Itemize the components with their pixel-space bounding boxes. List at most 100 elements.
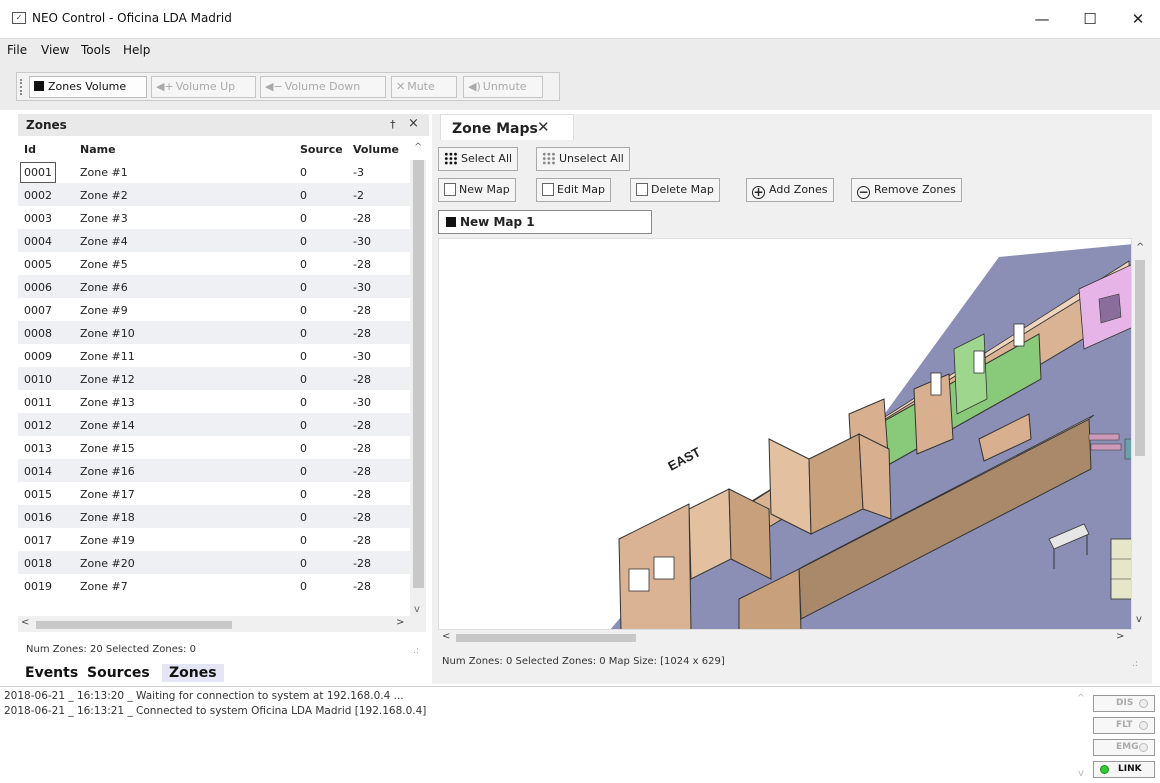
black-square-icon [446,217,456,227]
bottom-tabs: Events Sources Zones [18,664,429,686]
cell-name: Zone #11 [80,350,135,363]
cell-id: 0018 [24,557,52,570]
cell-id: 0005 [24,258,52,271]
flt-indicator: FLT [1093,717,1155,734]
minimize-button[interactable]: — [1022,6,1062,32]
map-selector[interactable]: New Map 1 [438,210,652,234]
table-row[interactable]: 0006 Zone #6 0 -30 [18,275,410,298]
table-row[interactable]: 0007 Zone #9 0 -28 [18,298,410,321]
toolbar-grip[interactable] [20,79,23,95]
scroll-right-icon[interactable]: > [396,617,404,628]
column-id[interactable]: Id [24,143,36,156]
maximize-button[interactable]: ☐ [1070,6,1110,32]
add-zones-button[interactable]: + Add Zones [746,178,834,202]
cell-id: 0010 [24,373,52,386]
table-row[interactable]: 0011 Zone #13 0 -30 [18,390,410,413]
event-log: 2018-06-21 _ 16:13:20 _ Waiting for conn… [0,686,1160,783]
scroll-left-icon[interactable]: < [21,617,29,628]
table-row[interactable]: 0005 Zone #5 0 -28 [18,252,410,275]
menu-tools[interactable]: Tools [81,43,111,57]
cell-id: 0006 [24,281,52,294]
cell-id: 0016 [24,511,52,524]
map-scroll-up-icon[interactable]: ^ [1136,242,1144,253]
column-volume[interactable]: Volume [353,143,399,156]
dis-indicator: DIS [1093,695,1155,712]
cell-id: 0007 [24,304,52,317]
resize-grip-icon[interactable]: .: [413,646,419,656]
table-row[interactable]: 0010 Zone #12 0 -28 [18,367,410,390]
scroll-down-icon[interactable]: v [414,604,420,615]
cell-source: 0 [300,258,307,271]
column-source[interactable]: Source [300,143,343,156]
pin-icon[interactable]: † [390,118,396,131]
close-panel-icon[interactable]: × [408,116,419,131]
table-row[interactable]: 0009 Zone #11 0 -30 [18,344,410,367]
cell-name: Zone #9 [80,304,128,317]
zones-vertical-scroll-thumb[interactable] [413,160,424,588]
new-document-icon [444,183,456,196]
menu-file[interactable]: File [7,43,27,57]
volume-up-button[interactable]: ◀+ Volume Up [151,76,256,98]
menu-view[interactable]: View [41,43,69,57]
resize-grip-icon[interactable]: .: [1132,659,1138,669]
log-scrollbar[interactable]: ^ v [1074,689,1088,783]
scroll-up-icon[interactable]: ^ [414,142,422,153]
remove-zones-button[interactable]: − Remove Zones [851,178,962,202]
tab-zones[interactable]: Zones [162,664,224,682]
tab-sources[interactable]: Sources [87,665,150,681]
zones-panel-title: Zones [26,118,67,132]
cell-name: Zone #15 [80,442,135,455]
cell-id: 0014 [24,465,52,478]
map-scroll-left-icon[interactable]: < [442,631,450,642]
close-tab-icon[interactable]: ✕ [537,118,550,136]
table-row[interactable]: 0013 Zone #15 0 -28 [18,436,410,459]
map-scroll-down-icon[interactable]: v [1136,614,1142,625]
menu-help[interactable]: Help [123,43,150,57]
new-map-button[interactable]: New Map [438,178,516,202]
table-row[interactable]: 0003 Zone #3 0 -28 [18,206,410,229]
select-all-button[interactable]: Select All [438,147,519,171]
log-line: 2018-06-21 _ 16:13:20 _ Waiting for conn… [4,690,404,702]
edit-document-icon [542,183,554,196]
cell-volume: -28 [353,534,371,547]
table-row[interactable]: 0019 Zone #7 0 -28 [18,574,410,597]
cell-name: Zone #17 [80,488,135,501]
table-row[interactable]: 0018 Zone #20 0 -28 [18,551,410,574]
delete-map-button[interactable]: Delete Map [630,178,720,202]
speaker-icon: ◀) [468,80,481,93]
table-row[interactable]: 0015 Zone #17 0 -28 [18,482,410,505]
zones-horizontal-scroll-thumb[interactable] [36,621,232,629]
cell-volume: -30 [353,281,371,294]
table-row[interactable]: 0002 Zone #2 0 -2 [18,183,410,206]
cell-id: 0001 [20,162,56,183]
column-name[interactable]: Name [80,143,116,156]
zones-status-text: Num Zones: 20 Selected Zones: 0 [26,644,196,655]
edit-map-button[interactable]: Edit Map [536,178,612,202]
unselect-all-button[interactable]: Unselect All [536,147,630,171]
map-canvas[interactable]: EAST [438,238,1132,630]
map-scroll-right-icon[interactable]: > [1116,631,1124,642]
cell-volume: -28 [353,580,371,593]
cell-source: 0 [300,304,307,317]
unmute-button[interactable]: ◀) Unmute [463,76,543,98]
tab-events[interactable]: Events [25,665,78,681]
zones-volume-button[interactable]: Zones Volume [29,76,147,98]
table-row[interactable]: 0016 Zone #18 0 -28 [18,505,410,528]
table-row[interactable]: 0008 Zone #10 0 -28 [18,321,410,344]
cell-volume: -30 [353,350,371,363]
cell-name: Zone #13 [80,396,135,409]
cell-volume: -28 [353,327,371,340]
table-row[interactable]: 0001 Zone #1 0 -3 [18,160,410,183]
close-button[interactable]: ✕ [1118,6,1158,32]
table-row[interactable]: 0012 Zone #14 0 -28 [18,413,410,436]
cell-name: Zone #10 [80,327,135,340]
mute-button[interactable]: ✕ Mute [391,76,457,98]
table-row[interactable]: 0017 Zone #19 0 -28 [18,528,410,551]
table-row[interactable]: 0004 Zone #4 0 -30 [18,229,410,252]
cell-name: Zone #2 [80,189,128,202]
tab-zone-maps[interactable]: Zone Maps ✕ [440,114,574,140]
map-horizontal-scroll-thumb[interactable] [456,634,636,642]
map-vertical-scroll-thumb[interactable] [1135,260,1145,456]
volume-down-button[interactable]: ◀− Volume Down [260,76,386,98]
table-row[interactable]: 0014 Zone #16 0 -28 [18,459,410,482]
